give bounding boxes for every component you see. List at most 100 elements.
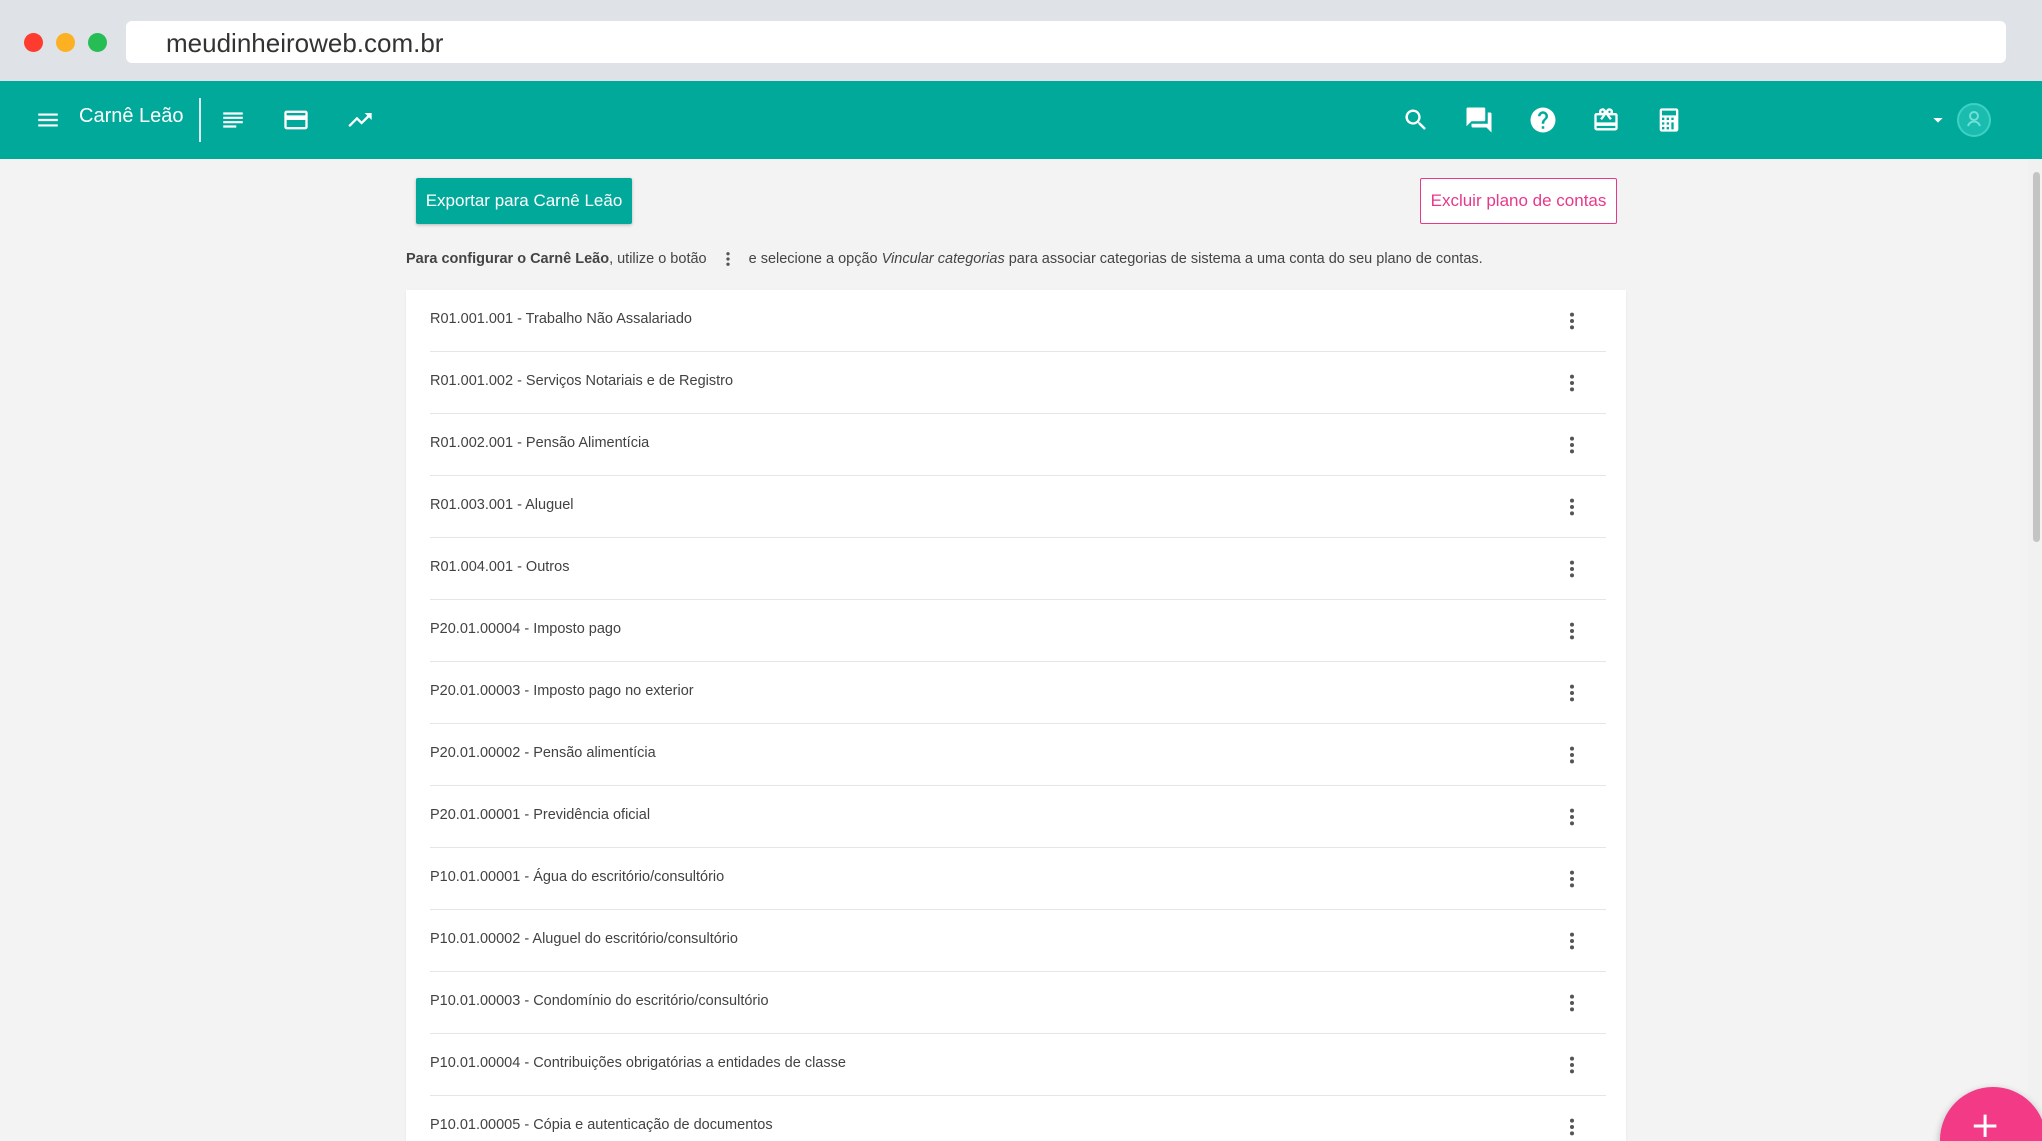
more-vert-icon (1569, 436, 1575, 454)
more-vert-icon (1569, 1118, 1575, 1136)
account-label: P10.01.00005 - Cópia e autenticação de d… (430, 1117, 773, 1133)
gift-button[interactable] (1586, 81, 1626, 159)
search-button[interactable] (1396, 81, 1436, 159)
list-item[interactable]: P10.01.00002 - Aluguel do escritório/con… (430, 910, 1606, 972)
row-more-button[interactable] (1554, 1109, 1590, 1141)
more-vert-icon (1569, 560, 1575, 578)
address-bar[interactable]: meudinheiroweb.com.br (126, 21, 2006, 63)
delete-chart-of-accounts-button[interactable]: Excluir plano de contas (1420, 178, 1617, 224)
calculator-button[interactable] (1649, 81, 1689, 159)
account-label: R01.002.001 - Pensão Alimentícia (430, 435, 650, 451)
gift-card-icon (1594, 108, 1618, 131)
account-label: R01.001.002 - Serviços Notariais e de Re… (430, 373, 734, 389)
export-carne-leao-button[interactable]: Exportar para Carnê Leão (416, 178, 632, 224)
account-label: R01.001.001 - Trabalho Não Assalariado (430, 311, 692, 327)
row-more-button[interactable] (1554, 737, 1590, 773)
search-icon (1405, 109, 1426, 130)
accounts-card: R01.001.001 - Trabalho Não Assalariado R0… (406, 290, 1626, 1141)
credit-card-icon (284, 110, 308, 130)
account-label: P10.01.00004 - Contribuições obrigatória… (430, 1055, 846, 1071)
list-item[interactable]: P20.01.00001 - Previdência oficial (430, 786, 1606, 848)
app-bar: Carnê Leão (0, 81, 2042, 159)
list-item[interactable]: P20.01.00003 - Imposto pago no exterior (430, 662, 1606, 724)
hint-italic: Vincular categorias (881, 251, 1005, 267)
menu-button[interactable] (28, 81, 68, 159)
row-more-button[interactable] (1554, 427, 1590, 463)
hint-bold: Para configurar o Carnê Leão (406, 251, 610, 267)
help-icon (1530, 107, 1556, 133)
more-vert-icon (1569, 312, 1575, 330)
add-account-fab[interactable]: + (1940, 1087, 2042, 1141)
browser-chrome: meudinheiroweb.com.br (0, 0, 2042, 81)
more-vert-icon (1569, 1056, 1575, 1074)
window-minimize-button[interactable] (56, 33, 75, 52)
row-more-button[interactable] (1554, 923, 1590, 959)
row-more-button[interactable] (1554, 613, 1590, 649)
list-item[interactable]: R01.001.002 - Serviços Notariais e de Re… (430, 352, 1606, 414)
row-more-button[interactable] (1554, 303, 1590, 339)
hint-part-2: e selecione a opção (748, 251, 878, 267)
caret-down-icon (1933, 118, 1943, 123)
list-item[interactable]: R01.001.001 - Trabalho Não Assalariado (430, 290, 1606, 352)
row-more-button[interactable] (1554, 551, 1590, 587)
accounts-list: R01.001.001 - Trabalho Não Assalariado R0… (430, 290, 1606, 1141)
more-vert-icon (1569, 932, 1575, 950)
list-item[interactable]: P10.01.00003 - Condomínio do escritório/… (430, 972, 1606, 1034)
row-more-button[interactable] (1554, 861, 1590, 897)
trending-up-icon (348, 113, 372, 127)
more-vert-icon (1569, 622, 1575, 640)
cards-button[interactable] (276, 81, 316, 159)
configuration-hint: Para configurar o Carnê Leão, utilize o … (406, 248, 1483, 270)
account-label: P10.01.00003 - Condomínio do escritório/… (430, 993, 769, 1009)
row-more-button[interactable] (1554, 1047, 1590, 1083)
list-icon (223, 112, 243, 128)
more-vert-icon (1569, 746, 1575, 764)
row-more-button[interactable] (1554, 365, 1590, 401)
page-title: Carnê Leão (79, 105, 184, 127)
account-label: P20.01.00002 - Pensão alimentícia (430, 745, 656, 761)
list-item[interactable]: P20.01.00002 - Pensão alimentícia (430, 724, 1606, 786)
plus-icon: + (1970, 1105, 2001, 1141)
row-more-button[interactable] (1554, 985, 1590, 1021)
account-label: P20.01.00004 - Imposto pago (430, 621, 622, 637)
more-vert-icon (1569, 374, 1575, 392)
account-label: R01.004.001 - Outros (430, 559, 570, 575)
hint-part-3: para associar categorias de sistema a um… (1008, 251, 1483, 267)
hint-part-1: , utilize o botão (609, 251, 707, 267)
window-maximize-button[interactable] (88, 33, 107, 52)
list-item[interactable]: R01.004.001 - Outros (430, 538, 1606, 600)
more-vert-icon (1569, 808, 1575, 826)
divider (199, 98, 201, 142)
list-item[interactable]: P10.01.00004 - Contribuições obrigatória… (430, 1034, 1606, 1096)
more-vert-icon (1569, 994, 1575, 1012)
list-item[interactable]: P10.01.00001 - Água do escritório/consul… (430, 848, 1606, 910)
user-avatar[interactable] (1954, 81, 1994, 159)
lancamentos-button[interactable] (213, 81, 253, 159)
list-item[interactable]: P20.01.00004 - Imposto pago (430, 600, 1606, 662)
list-item[interactable]: R01.003.001 - Aluguel (430, 476, 1606, 538)
row-more-button[interactable] (1554, 675, 1590, 711)
row-more-button[interactable] (1554, 489, 1590, 525)
help-button[interactable] (1523, 81, 1563, 159)
account-label: P10.01.00001 - Água do escritório/consul… (430, 869, 725, 885)
account-menu-dropdown[interactable] (1926, 81, 1950, 159)
list-item[interactable]: P10.01.00005 - Cópia e autenticação de d… (430, 1096, 1606, 1141)
more-vert-icon (1569, 684, 1575, 702)
menu-icon (38, 113, 58, 127)
chat-button[interactable] (1459, 81, 1499, 159)
account-label: P20.01.00001 - Previdência oficial (430, 807, 651, 823)
list-item[interactable]: R01.002.001 - Pensão Alimentícia (430, 414, 1606, 476)
row-more-button[interactable] (1554, 799, 1590, 835)
account-label: P20.01.00003 - Imposto pago no exterior (430, 683, 694, 699)
more-vert-icon (1569, 498, 1575, 516)
reports-button[interactable] (340, 81, 380, 159)
window-close-button[interactable] (24, 33, 43, 52)
scrollbar-thumb[interactable] (2033, 172, 2040, 542)
chat-icon (1466, 107, 1492, 133)
more-vert-icon (1569, 870, 1575, 888)
more-vert-icon (713, 248, 743, 270)
calculator-icon (1659, 108, 1679, 132)
avatar-icon (1957, 103, 1991, 137)
account-label: R01.003.001 - Aluguel (430, 497, 574, 513)
url-text: meudinheiroweb.com.br (166, 28, 444, 58)
